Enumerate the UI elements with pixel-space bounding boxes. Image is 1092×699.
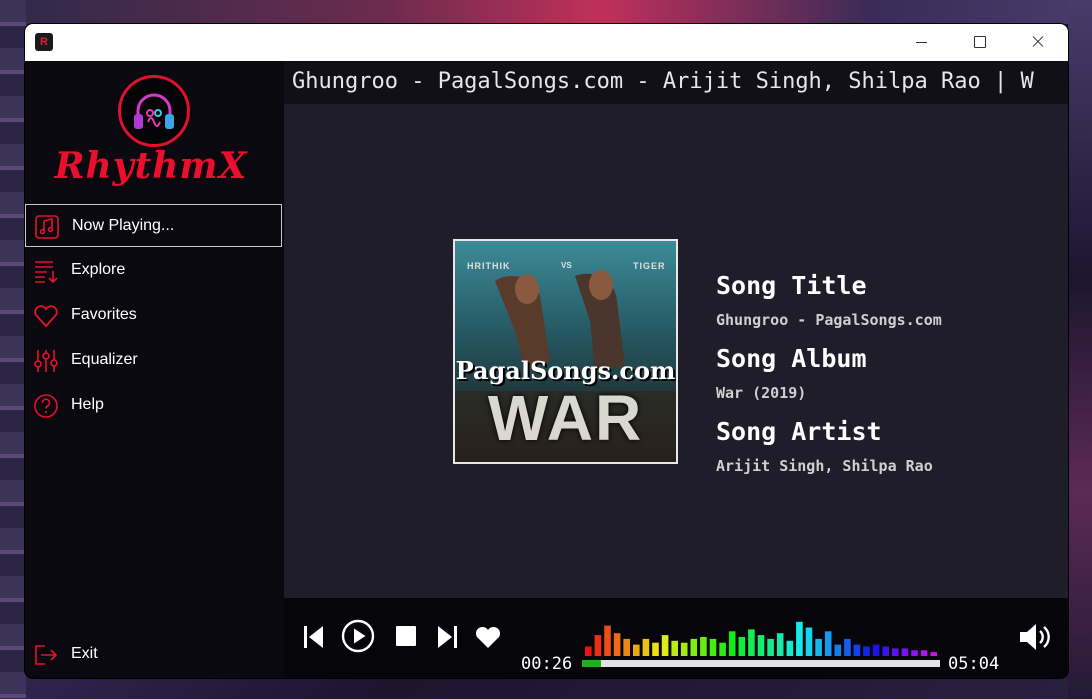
heart-icon — [33, 303, 59, 329]
headphones-logo-icon — [118, 75, 190, 147]
visualizer-bar — [815, 638, 822, 656]
song-album-heading: Song Album — [716, 344, 867, 373]
maximize-button[interactable] — [951, 24, 1009, 61]
visualizer-bar — [844, 638, 851, 656]
stop-icon — [396, 626, 416, 646]
cover-title: WAR — [487, 382, 644, 454]
play-button[interactable] — [341, 619, 375, 657]
sidebar-item-label: Equalizer — [71, 351, 138, 368]
visualizer-bar — [613, 633, 621, 656]
exit-icon — [33, 642, 59, 668]
visualizer-bar — [604, 625, 611, 656]
visualizer-bar — [757, 635, 765, 656]
next-icon — [438, 626, 457, 648]
help-icon — [33, 393, 59, 419]
visualizer-bar — [786, 640, 794, 656]
seek-bar[interactable] — [582, 660, 940, 667]
app-logo-text: RhythmX — [54, 145, 248, 187]
visualizer-bar — [728, 631, 736, 656]
sidebar-item-help[interactable]: Help — [25, 384, 282, 427]
song-marquee: Ghungroo - PagalSongs.com - Arijit Singh… — [284, 61, 1068, 104]
sidebar-item-label: Help — [71, 396, 104, 413]
song-artist-value: Arijit Singh, Shilpa Rao — [716, 457, 933, 475]
sidebar-item-equalizer[interactable]: Equalizer — [25, 339, 282, 382]
visualizer-bar — [920, 650, 928, 656]
visualizer-bar — [834, 644, 842, 656]
visualizer-bar — [642, 638, 650, 656]
close-button[interactable] — [1009, 24, 1067, 61]
song-artist-heading: Song Artist — [716, 417, 882, 446]
visualizer-bar — [680, 642, 688, 656]
title-bar[interactable]: R — [25, 24, 1068, 61]
minimize-button[interactable] — [893, 24, 951, 61]
song-album-value: War (2019) — [716, 384, 807, 402]
desktop-wallpaper-left — [0, 0, 26, 699]
exit-button[interactable]: Exit — [25, 633, 282, 676]
visualizer-bar — [661, 635, 669, 656]
app-window: R RhythmX Now Playing... Explore Favorit… — [25, 24, 1068, 678]
sidebar-item-explore[interactable]: Explore — [25, 249, 282, 292]
visualizer-bar — [872, 644, 880, 656]
visualizer-bar — [776, 633, 784, 656]
visualizer-bar — [623, 638, 630, 656]
visualizer-bar — [911, 650, 918, 656]
music-note-icon — [34, 214, 60, 240]
volume-button[interactable] — [1018, 622, 1054, 656]
play-icon — [341, 619, 375, 653]
audio-visualizer — [585, 621, 937, 656]
cover-tiger-text: TIGER — [633, 261, 666, 271]
sidebar-item-label: Now Playing... — [72, 217, 175, 234]
visualizer-bar — [671, 640, 678, 656]
song-title-heading: Song Title — [716, 271, 867, 300]
sidebar: RhythmX Now Playing... Explore Favorites… — [25, 61, 284, 678]
visualizer-bar — [853, 644, 861, 656]
stop-button[interactable] — [396, 626, 416, 650]
visualizer-bar — [719, 642, 726, 656]
volume-icon — [1020, 624, 1050, 650]
sidebar-item-label: Explore — [71, 261, 126, 278]
album-cover: HRITHIK VS TIGER PagalSongs.com WAR — [453, 239, 678, 464]
visualizer-bar — [585, 646, 592, 656]
visualizer-bar — [863, 646, 870, 656]
desktop-wallpaper-top — [0, 0, 1092, 24]
previous-button[interactable] — [302, 624, 326, 654]
cover-vs-text: VS — [561, 261, 572, 270]
visualizer-bar — [633, 644, 640, 656]
cover-hrithik-text: HRITHIK — [467, 261, 511, 271]
favorite-icon — [475, 626, 501, 648]
visualizer-bar — [709, 638, 717, 656]
visualizer-bar — [824, 631, 832, 656]
visualizer-bar — [882, 646, 889, 656]
visualizer-bar — [690, 638, 698, 656]
marquee-text: Ghungroo - PagalSongs.com - Arijit Singh… — [292, 69, 1034, 94]
exit-label: Exit — [71, 645, 98, 662]
visualizer-bar — [805, 627, 813, 656]
previous-icon — [304, 626, 323, 648]
player-bar: 00:26 05:04 — [284, 598, 1068, 678]
total-time: 05:04 — [948, 654, 1000, 674]
sidebar-item-label: Favorites — [71, 306, 137, 323]
visualizer-bar — [796, 621, 803, 656]
visualizer-bar — [748, 629, 755, 656]
visualizer-bar — [594, 635, 602, 656]
visualizer-bar — [892, 648, 899, 656]
current-time: 00:26 — [521, 654, 573, 674]
favorite-button[interactable] — [474, 625, 502, 653]
visualizer-bar — [767, 638, 774, 656]
song-title-value: Ghungroo - PagalSongs.com — [716, 311, 942, 329]
visualizer-bar — [700, 637, 707, 656]
visualizer-bar — [652, 642, 659, 656]
visualizer-bar — [930, 652, 937, 656]
now-playing-panel: Ghungroo - PagalSongs.com - Arijit Singh… — [284, 61, 1068, 598]
visualizer-bar — [901, 648, 909, 656]
sidebar-item-favorites[interactable]: Favorites — [25, 294, 282, 337]
equalizer-icon — [33, 348, 59, 374]
desktop-wallpaper-right — [1068, 0, 1092, 699]
next-button[interactable] — [435, 624, 459, 654]
sidebar-item-now-playing[interactable]: Now Playing... — [25, 204, 282, 247]
playlist-icon — [33, 258, 59, 284]
seek-bar-fill — [582, 660, 601, 667]
app-logo-icon: R — [35, 33, 53, 51]
visualizer-bar — [738, 637, 746, 656]
